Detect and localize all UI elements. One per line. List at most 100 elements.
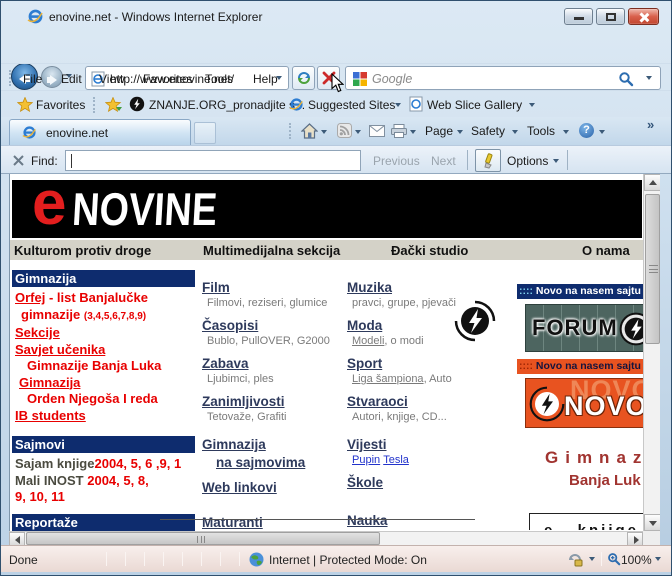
- forum-banner[interactable]: FORUM: [525, 304, 643, 352]
- sidebar-item-sekcije[interactable]: Sekcije: [15, 325, 195, 342]
- suggested-sites-dropdown-icon[interactable]: [395, 103, 401, 107]
- horizontal-scrollbar[interactable]: [9, 531, 643, 545]
- toolbar-overflow-chevron[interactable]: »: [647, 117, 654, 132]
- link-vijesti[interactable]: Vijesti: [347, 437, 387, 452]
- safety-menu-button[interactable]: Safety: [471, 124, 505, 138]
- scroll-left-button[interactable]: [9, 532, 25, 546]
- new-tab-stub[interactable]: [194, 122, 216, 144]
- sidebar-item-mali-inost[interactable]: Mali INOST 2004, 5, 8,: [15, 473, 195, 490]
- link-zabava[interactable]: Zabava: [202, 356, 249, 371]
- sidebar-item-gimnazije-banja-luka[interactable]: Gimnazije Banja Luka: [15, 358, 195, 375]
- help-icon[interactable]: ?: [579, 123, 594, 138]
- scroll-right-button[interactable]: [627, 532, 643, 546]
- link-skole[interactable]: Škole: [347, 475, 383, 490]
- toolbar-grip[interactable]: [9, 70, 12, 86]
- zoom-dropdown-icon[interactable]: [655, 557, 661, 561]
- sidebar-item-orden[interactable]: Orden Njegoša I reda: [15, 391, 195, 408]
- link-na-sajmovima[interactable]: na sajmovima: [216, 455, 305, 470]
- nav-multimedijalna[interactable]: Multimedijalna sekcija: [203, 243, 340, 258]
- novo-banner[interactable]: NOVO NOVO: [525, 378, 643, 428]
- help-dropdown-icon[interactable]: [599, 130, 605, 134]
- tools-dropdown-icon[interactable]: [563, 130, 569, 134]
- toolbar-grip[interactable]: [93, 97, 96, 113]
- nav-kulturom[interactable]: Kulturom protiv droge: [14, 243, 151, 258]
- highlight-all-button[interactable]: [475, 149, 501, 172]
- nav-djacki-studio[interactable]: Đački studio: [391, 243, 468, 258]
- safety-dropdown-icon[interactable]: [512, 130, 518, 134]
- maximize-button[interactable]: [596, 8, 625, 25]
- link-gimnazija[interactable]: Gimnazija: [202, 437, 266, 452]
- favorites-link-web-slice-gallery[interactable]: Web Slice Gallery: [427, 98, 522, 112]
- zoom-magnifier-icon[interactable]: [607, 552, 621, 566]
- rss-feed-icon[interactable]: [337, 123, 352, 138]
- link-zanimljivosti[interactable]: Zanimljivosti: [202, 394, 285, 409]
- link-liga-sampiona[interactable]: Liga šampiona: [352, 373, 424, 385]
- menu-tools[interactable]: Tools: [201, 70, 237, 88]
- partial-banner[interactable]: e - knjige: [529, 513, 643, 530]
- link-nauka[interactable]: Nauka: [347, 513, 388, 528]
- favorites-link-znanje[interactable]: ZNANJE.ORG_pronadjite s...: [149, 98, 305, 112]
- menu-edit[interactable]: Edit: [57, 70, 86, 88]
- toolbar-grip[interactable]: [289, 123, 292, 139]
- print-icon[interactable]: [391, 124, 407, 138]
- page-menu-button[interactable]: Page: [425, 124, 453, 138]
- link-maturanti[interactable]: Maturanti: [202, 515, 263, 530]
- tab-enovine[interactable]: enovine.net: [9, 119, 191, 145]
- close-button[interactable]: [628, 8, 659, 25]
- home-dropdown-icon[interactable]: [321, 130, 327, 134]
- link-stvaraoci[interactable]: Stvaraoci: [347, 394, 408, 409]
- link-moda[interactable]: Moda: [347, 318, 382, 333]
- vertical-scroll-thumb[interactable]: [645, 194, 660, 344]
- nav-o-nama[interactable]: O nama: [582, 243, 630, 258]
- link-pupin[interactable]: Pupin: [352, 454, 380, 466]
- feeds-dropdown-icon[interactable]: [355, 130, 361, 134]
- sidebar-item-gimnazije[interactable]: gimnazije (3,4,5,6,7,8,9): [15, 307, 195, 326]
- link-modeli[interactable]: Modeli: [352, 335, 384, 347]
- sidebar-item-sajam-knjige[interactable]: Sajam knjige2004, 5, 6 ,9, 1: [15, 456, 195, 473]
- zoom-level[interactable]: 100%: [621, 553, 652, 567]
- separator: [163, 552, 164, 566]
- section-stvaraoci: Stvaraoci Autori, knjige, CD...: [347, 393, 509, 424]
- link-casopisi[interactable]: Časopisi: [202, 318, 258, 333]
- site-logo-banner[interactable]: e NOVINE: [12, 180, 642, 238]
- tools-menu-button[interactable]: Tools: [527, 124, 555, 138]
- page-dropdown-icon[interactable]: [457, 130, 463, 134]
- favorites-button[interactable]: Favorites: [36, 98, 85, 112]
- find-input[interactable]: [65, 150, 361, 171]
- separator: [182, 552, 183, 566]
- sidebar-item-inost-years[interactable]: 9, 10, 11: [15, 489, 195, 506]
- link-sport[interactable]: Sport: [347, 356, 382, 371]
- link-tesla[interactable]: Tesla: [383, 454, 409, 466]
- mail-icon[interactable]: [369, 125, 385, 137]
- find-options-dropdown-icon[interactable]: [553, 159, 559, 163]
- add-favorite-icon[interactable]: [105, 97, 123, 112]
- menu-view[interactable]: View: [95, 70, 129, 88]
- find-previous-button[interactable]: Previous: [373, 154, 420, 168]
- find-close-icon[interactable]: [13, 155, 24, 166]
- sidebar-item-gimnazija[interactable]: Gimnazija: [15, 375, 195, 392]
- home-icon[interactable]: [301, 123, 318, 139]
- vertical-scrollbar[interactable]: [643, 174, 660, 531]
- sidebar-item-savjet-ucenika[interactable]: Savjet učenika: [15, 342, 195, 359]
- sidebar-item-ib-students[interactable]: IB students: [15, 408, 195, 425]
- horizontal-scroll-thumb[interactable]: [26, 532, 380, 545]
- print-dropdown-icon[interactable]: [410, 130, 416, 134]
- scroll-down-button[interactable]: [644, 514, 661, 531]
- security-refresh-icon[interactable]: [567, 552, 583, 568]
- find-options-button[interactable]: Options: [507, 154, 548, 168]
- link-web-linkovi[interactable]: Web linkovi: [202, 480, 277, 495]
- link-film[interactable]: Film: [202, 280, 230, 295]
- menu-file[interactable]: File: [19, 70, 46, 88]
- sidebar-item-orfej[interactable]: Orfej - list Banjalučke: [15, 290, 195, 307]
- title-bar[interactable]: enovine.net - Windows Internet Explorer: [1, 1, 672, 31]
- security-dropdown-icon[interactable]: [589, 557, 595, 561]
- scroll-corner: [643, 531, 660, 545]
- menu-favorites[interactable]: Favorites: [139, 70, 196, 88]
- minimize-button[interactable]: [564, 8, 593, 25]
- find-next-button[interactable]: Next: [431, 154, 456, 168]
- scroll-up-button[interactable]: [644, 174, 661, 191]
- web-slice-dropdown-icon[interactable]: [529, 103, 535, 107]
- menu-help[interactable]: Help: [249, 70, 282, 88]
- favorites-link-suggested-sites[interactable]: Suggested Sites: [308, 98, 395, 112]
- link-muzika[interactable]: Muzika: [347, 280, 392, 295]
